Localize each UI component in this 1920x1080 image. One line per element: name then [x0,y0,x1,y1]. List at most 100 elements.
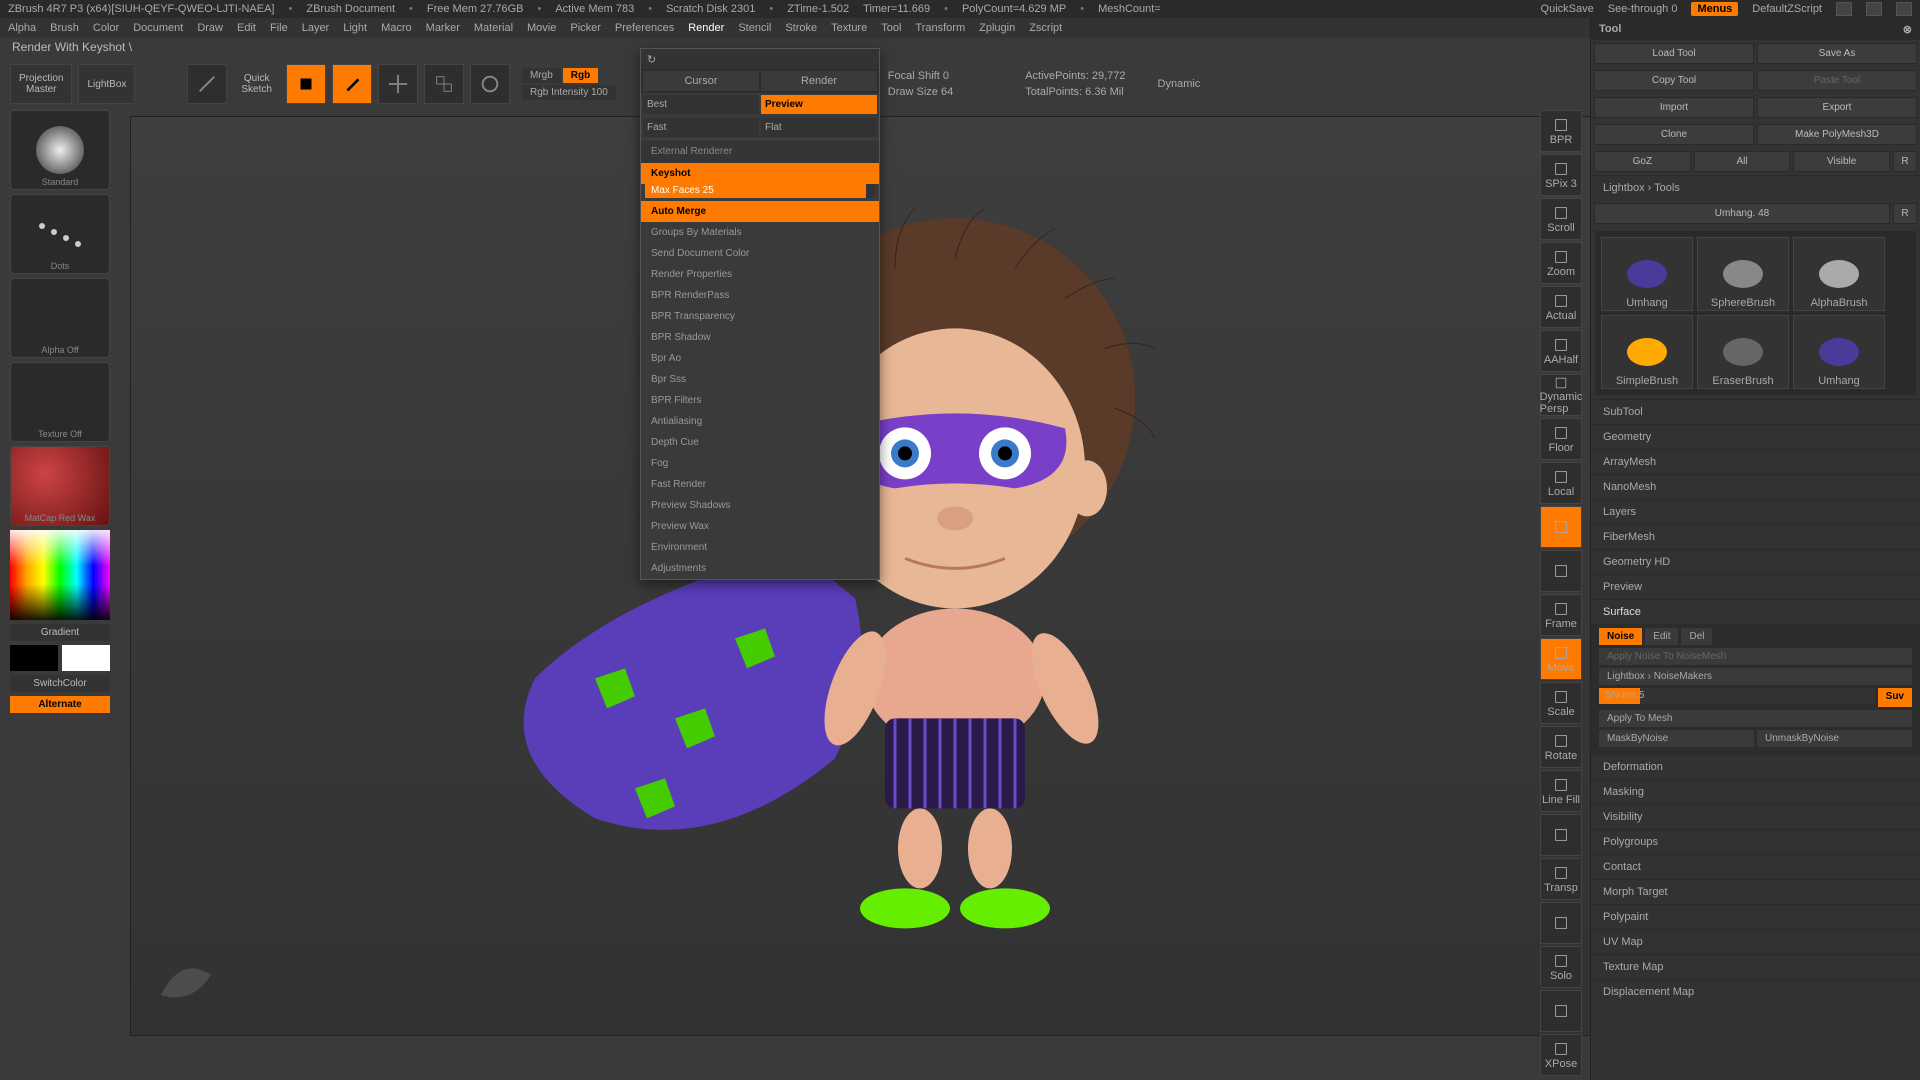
suv-button[interactable]: Suv [1878,688,1912,707]
acc-polygroups[interactable]: Polygroups [1591,829,1920,854]
menu-file[interactable]: File [270,22,288,34]
render-preview[interactable]: Preview [761,95,877,114]
menu-transform[interactable]: Transform [915,22,965,34]
load-tool-button[interactable]: Load Tool [1594,43,1754,64]
rtool-spix-3[interactable]: SPix 3 [1540,154,1582,196]
rtool-local[interactable]: Local [1540,462,1582,504]
make-polymesh3d-button[interactable]: Make PolyMesh3D [1757,124,1917,145]
r-button[interactable]: R [1893,151,1917,172]
acc-fibermesh[interactable]: FiberMesh [1591,524,1920,549]
texture-thumb[interactable]: Texture Off [10,362,110,442]
max-faces-slider[interactable]: Max Faces 25 [645,184,875,198]
render-tab[interactable]: Render [761,71,877,91]
clone-button[interactable]: Clone [1594,124,1754,145]
rgb-intensity[interactable]: Rgb Intensity 100 [522,85,616,100]
current-tool[interactable]: Umhang. 48 [1594,203,1890,224]
menu-edit[interactable]: Edit [237,22,256,34]
rtool-floor[interactable]: Floor [1540,418,1582,460]
surface-header[interactable]: Surface [1591,599,1920,624]
paste-tool-button[interactable]: Paste Tool [1757,70,1917,91]
mask-by-noise[interactable]: MaskByNoise [1599,730,1754,747]
render-fog[interactable]: Fog [641,453,879,474]
rtool-rotate[interactable]: Rotate [1540,726,1582,768]
menu-brush[interactable]: Brush [50,22,79,34]
cursor-tab[interactable]: Cursor [643,71,759,91]
menu-render[interactable]: Render [688,22,724,34]
draw-mode-button[interactable] [332,64,372,104]
menu-stencil[interactable]: Stencil [738,22,771,34]
window-max-icon[interactable] [1866,2,1882,16]
material-thumb[interactable]: MatCap Red Wax [10,446,110,526]
acc-polypaint[interactable]: Polypaint [1591,904,1920,929]
automerge-button[interactable]: Auto Merge [641,201,879,222]
rtool-line-fill[interactable]: Line Fill [1540,770,1582,812]
rtool-btn20[interactable] [1540,990,1582,1032]
lightbox-tools[interactable]: Lightbox › Tools [1591,175,1920,200]
visible-button[interactable]: Visible [1793,151,1890,172]
move-mode-button[interactable] [378,64,418,104]
tool-thumb-eraserbrush[interactable]: EraserBrush [1697,315,1789,389]
acc-texture-map[interactable]: Texture Map [1591,954,1920,979]
rtool-btn16[interactable] [1540,814,1582,856]
window-min-icon[interactable] [1836,2,1852,16]
acc-uv-map[interactable]: UV Map [1591,929,1920,954]
all-button[interactable]: All [1694,151,1791,172]
brush-thumb[interactable]: Standard [10,110,110,190]
default-script[interactable]: DefaultZScript [1752,3,1822,15]
alpha-thumb[interactable]: Alpha Off [10,278,110,358]
menu-color[interactable]: Color [93,22,119,34]
render-fast-render[interactable]: Fast Render [641,474,879,495]
render-bpr-renderpass[interactable]: BPR RenderPass [641,285,879,306]
menu-zplugin[interactable]: Zplugin [979,22,1015,34]
goz-button[interactable]: GoZ [1594,151,1691,172]
menu-zscript[interactable]: Zscript [1029,22,1062,34]
rtool-aahalf[interactable]: AAHalf [1540,330,1582,372]
edit-button[interactable]: Edit [1645,628,1678,645]
menu-preferences[interactable]: Preferences [615,22,674,34]
acc-subtool[interactable]: SubTool [1591,399,1920,424]
menu-layer[interactable]: Layer [302,22,330,34]
rtool-zoom[interactable]: Zoom [1540,242,1582,284]
rtool-scroll[interactable]: Scroll [1540,198,1582,240]
noise-button[interactable]: Noise [1599,628,1642,645]
render-fast[interactable]: Fast [643,118,759,137]
tool-thumb-umhang[interactable]: Umhang [1793,315,1885,389]
menu-light[interactable]: Light [343,22,367,34]
render-bpr-shadow[interactable]: BPR Shadow [641,327,879,348]
keyshot-button[interactable]: Keyshot [641,163,879,184]
lightbox-noisemakers[interactable]: Lightbox › NoiseMakers [1599,668,1912,685]
acc-arraymesh[interactable]: ArrayMesh [1591,449,1920,474]
render-adjustments[interactable]: Adjustments [641,558,879,579]
stroke-thumb[interactable]: Dots [10,194,110,274]
acc-displacement-map[interactable]: Displacement Map [1591,979,1920,1004]
rtool-xpose[interactable]: XPose [1540,1034,1582,1076]
acc-nanomesh[interactable]: NanoMesh [1591,474,1920,499]
quicksketch-button[interactable] [187,64,227,104]
copy-tool-button[interactable]: Copy Tool [1594,70,1754,91]
del-button[interactable]: Del [1681,628,1712,645]
menu-alpha[interactable]: Alpha [8,22,36,34]
send-document-color[interactable]: Send Document Color [641,243,879,264]
apply-to-mesh[interactable]: Apply To Mesh [1599,710,1912,727]
acc-masking[interactable]: Masking [1591,779,1920,804]
menu-stroke[interactable]: Stroke [785,22,817,34]
render-antialiasing[interactable]: Antialiasing [641,411,879,432]
render-render-properties[interactable]: Render Properties [641,264,879,285]
import-button[interactable]: Import [1594,97,1754,118]
seethrough[interactable]: See-through 0 [1608,3,1678,15]
rtool-move[interactable]: Move [1540,638,1582,680]
focal-shift[interactable]: Focal Shift 0 [888,70,953,82]
menu-movie[interactable]: Movie [527,22,556,34]
rtool-btn9[interactable] [1540,506,1582,548]
rtool-transp[interactable]: Transp [1540,858,1582,900]
unmask-by-noise[interactable]: UnmaskByNoise [1757,730,1912,747]
render-preview-shadows[interactable]: Preview Shadows [641,495,879,516]
acc-contact[interactable]: Contact [1591,854,1920,879]
rtool-actual[interactable]: Actual [1540,286,1582,328]
render-best[interactable]: Best [643,95,759,114]
menu-tool[interactable]: Tool [881,22,901,34]
render-bpr-sss[interactable]: Bpr Sss [641,369,879,390]
acc-visibility[interactable]: Visibility [1591,804,1920,829]
render-preview-wax[interactable]: Preview Wax [641,516,879,537]
save-as-button[interactable]: Save As [1757,43,1917,64]
